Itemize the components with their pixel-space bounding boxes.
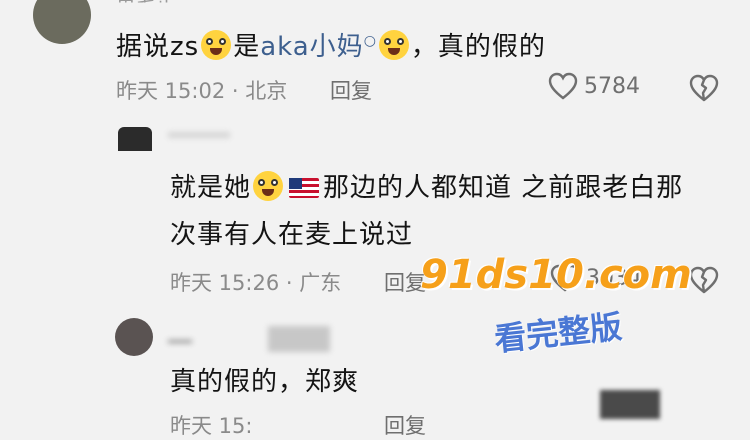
crying-laugh-emoji-icon	[378, 30, 409, 60]
comment-text: 就是她 那边的人都知道 之前跟老白那	[170, 169, 683, 207]
crying-laugh-emoji-icon	[201, 30, 232, 60]
avatar[interactable]	[115, 318, 153, 356]
comment-time-location: 昨天 15:26 · 广东	[170, 271, 342, 295]
comment-time-location: 昨天 15:02 · 北京	[116, 79, 288, 103]
like-button[interactable]: 5784	[548, 72, 640, 100]
blurred-region	[600, 390, 660, 419]
username-blurred[interactable]	[168, 340, 192, 343]
comment-text: 据说zs 是aka小妈○ ，真的假的	[116, 22, 546, 66]
comment-text-part: 那边的人都知道 之前跟老白那	[323, 173, 684, 203]
laughing-emoji-icon	[253, 171, 284, 201]
comment-time-location: 昨天 15:	[170, 414, 253, 438]
us-flag-icon	[289, 178, 320, 198]
comment-text-part: 就是她	[170, 173, 252, 203]
reply-button[interactable]: 回复	[384, 410, 426, 440]
watermark-tagline: 看完整版	[492, 307, 624, 359]
comment-text: 真的假的，郑爽	[170, 367, 360, 397]
comment-username[interactable]: 鬼毛正	[116, 0, 176, 3]
comment-text-part: 据说zs	[116, 32, 200, 62]
username-blurred[interactable]	[168, 132, 230, 138]
watermark-site: 91ds10.com	[420, 252, 692, 298]
blurred-region	[268, 326, 330, 352]
like-count: 5784	[584, 73, 640, 99]
avatar[interactable]	[33, 0, 91, 44]
reply-button[interactable]: 回复	[330, 75, 372, 105]
heart-broken-icon[interactable]	[688, 265, 720, 295]
search-link[interactable]: aka小妈○	[260, 32, 377, 62]
comment-text-part: 是	[233, 32, 261, 62]
heart-broken-icon[interactable]	[688, 73, 720, 103]
comment-text-line: 次事有人在麦上说过	[170, 220, 414, 250]
heart-outline-icon	[548, 72, 578, 100]
avatar[interactable]	[118, 127, 152, 151]
search-link-icon: ○	[363, 33, 377, 49]
comment-text-part: ，真的假的	[410, 32, 546, 62]
